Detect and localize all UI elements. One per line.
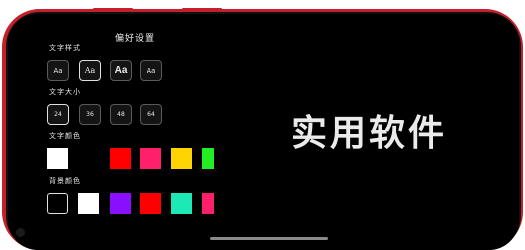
home-indicator[interactable] [210, 237, 328, 240]
text-style-option-1[interactable]: Aa [47, 60, 69, 81]
text-style-option-3[interactable]: Aa [110, 60, 132, 81]
background-color-label: 背景颜色 [49, 177, 81, 185]
text-color-swatch-red[interactable] [110, 148, 131, 169]
page-title: 偏好设置 [115, 34, 156, 44]
text-style-option-2[interactable]: Aa [79, 60, 101, 81]
text-size-option-64[interactable]: 64 [140, 104, 162, 125]
volume-key [93, 8, 133, 11]
text-style-label: 文字样式 [49, 44, 81, 52]
background-color-swatch-pink[interactable] [202, 193, 214, 214]
background-color-swatch-white[interactable] [78, 193, 99, 214]
text-color-swatch-pink[interactable] [140, 148, 161, 169]
text-color-swatch-yellow[interactable] [171, 148, 192, 169]
text-size-label: 文字大小 [49, 88, 81, 96]
background-color-swatch-purple[interactable] [110, 193, 131, 214]
text-color-swatch-white[interactable] [47, 148, 68, 169]
power-key [182, 8, 222, 11]
front-camera [16, 228, 25, 237]
text-color-swatch-black[interactable] [78, 148, 99, 169]
text-color-label: 文字颜色 [49, 132, 81, 140]
text-size-option-48[interactable]: 48 [110, 104, 132, 125]
background-color-swatch-teal[interactable] [171, 193, 192, 214]
background-color-swatch-red[interactable] [140, 193, 161, 214]
background-color-swatch-black[interactable] [47, 193, 68, 214]
text-size-option-36[interactable]: 36 [79, 104, 101, 125]
text-size-option-24[interactable]: 24 [47, 104, 69, 125]
text-style-option-4[interactable]: Aa [140, 60, 162, 81]
app-watermark: 实用软件 [291, 113, 448, 154]
text-color-swatch-green[interactable] [202, 148, 214, 169]
